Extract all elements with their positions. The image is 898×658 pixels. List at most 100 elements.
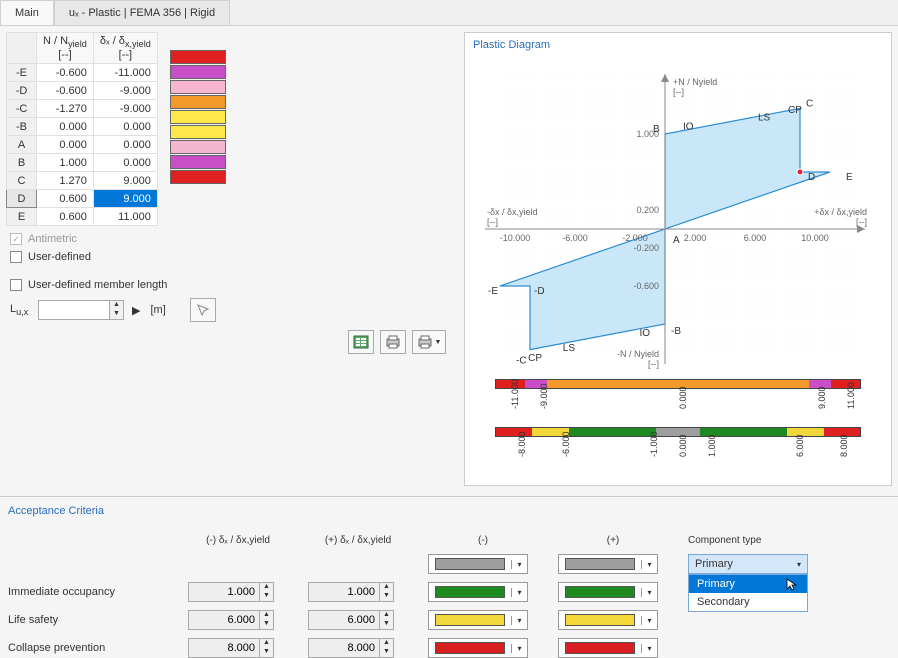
svg-text:2.000: 2.000 [684, 233, 707, 243]
user-defined-checkbox[interactable] [10, 251, 22, 263]
pos-color-0[interactable]: ▾ [558, 554, 658, 574]
pos-color-header: (+) [558, 535, 668, 546]
svg-text:B: B [653, 124, 660, 135]
acc-neg-1-input[interactable] [189, 611, 259, 629]
row-color-swatch [170, 110, 226, 124]
acc-pos-2-down[interactable]: ▼ [379, 648, 393, 657]
print-dropdown-button[interactable]: ▼ [412, 330, 446, 354]
svg-text:D: D [808, 172, 815, 183]
acc-pos-0-up[interactable]: ▲ [379, 583, 393, 592]
svg-text:LS: LS [563, 343, 576, 354]
table-row-header[interactable]: E [7, 208, 37, 226]
acc-neg-2-up[interactable]: ▲ [259, 639, 273, 648]
acc-pos-1-down[interactable]: ▼ [379, 620, 393, 629]
table-cell-n[interactable]: 0.000 [37, 118, 94, 136]
table-row-header[interactable]: -C [7, 100, 37, 118]
svg-text:-N / Nyield: -N / Nyield [617, 349, 659, 359]
acc-neg-1[interactable]: ▲▼ [188, 610, 274, 630]
table-row-header[interactable]: B [7, 154, 37, 172]
acc-neg-1-down[interactable]: ▼ [259, 620, 273, 629]
svg-text:+δx / δx,yield: +δx / δx,yield [814, 207, 867, 217]
print-preview-button[interactable] [380, 330, 406, 354]
table-cell-delta[interactable]: 11.000 [93, 208, 157, 226]
lux-spin-up[interactable]: ▲ [109, 301, 123, 310]
component-type-dropdown[interactable]: Primary▾ Primary Secondary [688, 554, 848, 574]
acc-pos-0[interactable]: ▲▼ [308, 582, 394, 602]
table-cell-delta[interactable]: -9.000 [93, 100, 157, 118]
acc-neg-1-up[interactable]: ▲ [259, 611, 273, 620]
component-type-option-primary[interactable]: Primary [689, 575, 807, 593]
table-cell-n[interactable]: 1.000 [37, 154, 94, 172]
table-cell-n[interactable]: 0.600 [37, 208, 94, 226]
table-cell-delta[interactable]: -9.000 [93, 82, 157, 100]
table-cell-delta[interactable]: 9.000 [93, 172, 157, 190]
export-xls-button[interactable] [348, 330, 374, 354]
acc-neg-0[interactable]: ▲▼ [188, 582, 274, 602]
pos-color-1[interactable]: ▾ [558, 582, 658, 602]
acc-pos-1[interactable]: ▲▼ [308, 610, 394, 630]
component-type-label: Component type [688, 535, 848, 546]
row-color-swatch [170, 140, 226, 154]
acc-pos-1-input[interactable] [309, 611, 379, 629]
lux-spin-down[interactable]: ▼ [109, 310, 123, 319]
pos-color-3[interactable]: ▾ [558, 638, 658, 658]
acc-pos-2[interactable]: ▲▼ [308, 638, 394, 658]
svg-text:[--]: [--] [856, 217, 867, 227]
svg-text:[--]: [--] [487, 217, 498, 227]
neg-color-3[interactable]: ▾ [428, 638, 528, 658]
row-color-swatch [170, 125, 226, 139]
acc-neg-2-input[interactable] [189, 639, 259, 657]
acc-pos-0-input[interactable] [309, 583, 379, 601]
svg-text:6.000: 6.000 [744, 233, 767, 243]
table-cell-n[interactable]: 1.270 [37, 172, 94, 190]
acc-pos-2-input[interactable] [309, 639, 379, 657]
plastic-points-table[interactable]: N / Nyield[--] δₓ / δx,yield[--] -E -0.6… [6, 32, 158, 226]
acc-pos-2-up[interactable]: ▲ [379, 639, 393, 648]
acc-neg-0-down[interactable]: ▼ [259, 592, 273, 601]
svg-text:-10.000: -10.000 [500, 233, 531, 243]
col-n-nyield-header: N / Nyield[--] [37, 33, 94, 64]
svg-text:C: C [806, 98, 813, 109]
svg-text:-0.600: -0.600 [633, 281, 659, 291]
table-row-header[interactable]: -E [7, 64, 37, 82]
pick-button[interactable] [190, 298, 216, 322]
table-row-header[interactable]: -B [7, 118, 37, 136]
user-defined-member-length-checkbox[interactable] [10, 279, 22, 291]
acc-neg-2-down[interactable]: ▼ [259, 648, 273, 657]
acc-neg-2[interactable]: ▲▼ [188, 638, 274, 658]
table-row-header[interactable]: C [7, 172, 37, 190]
svg-text:-2.000: -2.000 [622, 233, 648, 243]
tab-plastic[interactable]: uₓ - Plastic | FEMA 356 | Rigid [54, 0, 230, 25]
tab-main[interactable]: Main [0, 0, 54, 25]
pos-color-2[interactable]: ▾ [558, 610, 658, 630]
svg-text:LS: LS [758, 113, 771, 124]
acc-neg-0-up[interactable]: ▲ [259, 583, 273, 592]
table-cell-delta[interactable]: 0.000 [93, 136, 157, 154]
table-cell-n[interactable]: -1.270 [37, 100, 94, 118]
table-row-header[interactable]: D [7, 190, 37, 208]
table-cell-delta[interactable]: 0.000 [93, 118, 157, 136]
table-cell-n[interactable]: 0.600 [37, 190, 94, 208]
neg-color-0[interactable]: ▾ [428, 554, 528, 574]
neg-color-2[interactable]: ▾ [428, 610, 528, 630]
acc-pos-1-up[interactable]: ▲ [379, 611, 393, 620]
table-row-header[interactable]: A [7, 136, 37, 154]
acc-neg-0-input[interactable] [189, 583, 259, 601]
lux-spinner[interactable]: ▲ ▼ [38, 300, 124, 320]
lux-play-button[interactable]: ▶ [132, 304, 140, 317]
table-cell-delta[interactable]: -11.000 [93, 64, 157, 82]
lux-input[interactable] [39, 301, 109, 319]
plastic-diagram: -10.000-6.000-2.0002.0006.00010.0000.200… [465, 59, 891, 379]
table-cell-n[interactable]: -0.600 [37, 82, 94, 100]
table-cell-n[interactable]: 0.000 [37, 136, 94, 154]
neg-color-header: (-) [428, 535, 538, 546]
table-row-header[interactable]: -D [7, 82, 37, 100]
component-type-option-secondary[interactable]: Secondary [689, 593, 807, 611]
antimetric-checkbox: ✓ [10, 233, 22, 245]
row-color-swatch [170, 95, 226, 109]
table-cell-delta[interactable]: 9.000 [93, 190, 157, 208]
acc-pos-0-down[interactable]: ▼ [379, 592, 393, 601]
neg-color-1[interactable]: ▾ [428, 582, 528, 602]
table-cell-n[interactable]: -0.600 [37, 64, 94, 82]
table-cell-delta[interactable]: 0.000 [93, 154, 157, 172]
